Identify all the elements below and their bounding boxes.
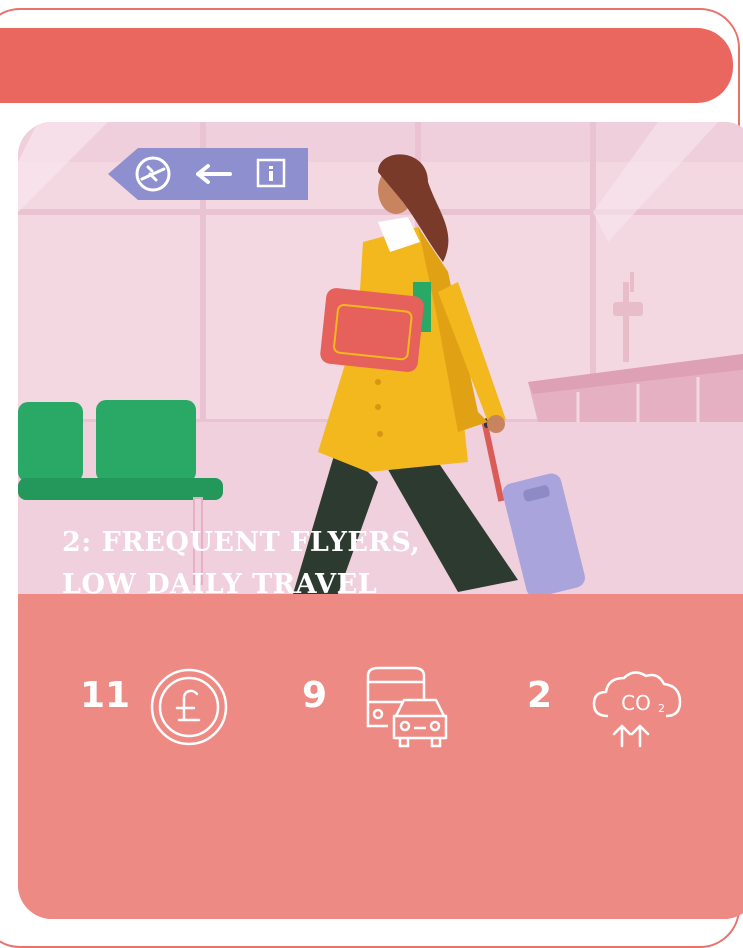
stat-travel-value: 9 <box>302 675 328 716</box>
persona-title-line1: 2: FREQUENT FLYERS, <box>62 527 421 558</box>
stat-cost-value: 11 <box>80 675 131 716</box>
pound-coin-icon <box>150 668 228 746</box>
bus-car-icon <box>366 666 448 748</box>
svg-text:2: 2 <box>658 702 665 715</box>
persona-title: 2: FREQUENT FLYERS, LOW DAILY TRAVEL <box>62 522 420 606</box>
header-banner <box>0 28 733 103</box>
stat-emissions-value: 2 <box>527 675 553 716</box>
svg-text:CO: CO <box>621 691 651 715</box>
persona-title-line2: LOW DAILY TRAVEL <box>62 569 378 600</box>
co2-cloud-icon: CO 2 <box>592 671 682 748</box>
direction-sign <box>108 148 308 200</box>
persona-card <box>18 122 743 919</box>
card-info-panel <box>18 594 743 919</box>
